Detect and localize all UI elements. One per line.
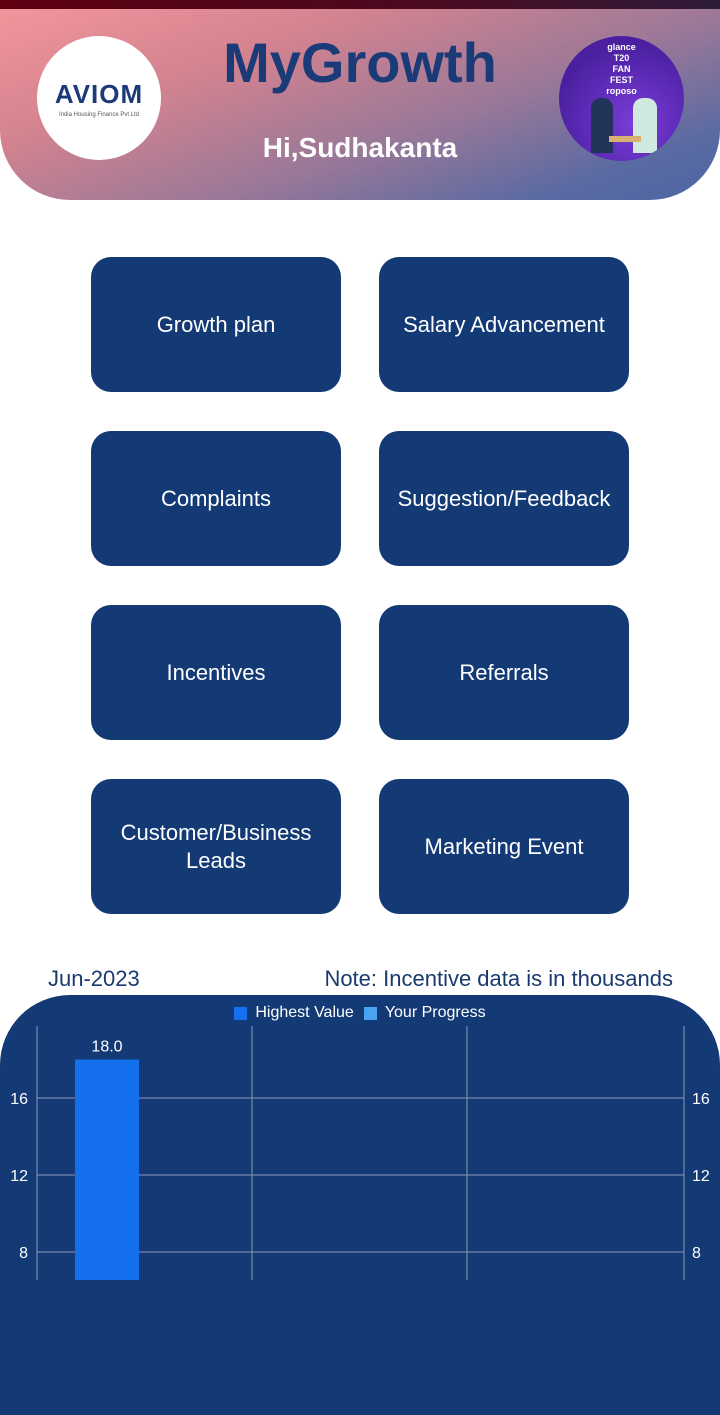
bar-highest-value [75, 1059, 139, 1280]
y-tick-label-right: 16 [692, 1091, 710, 1108]
legend-label: Highest Value [255, 1004, 354, 1021]
legend-item-progress: Your Progress [363, 1004, 486, 1022]
legend-swatch [363, 1006, 377, 1020]
y-tick-label-left: 8 [19, 1245, 28, 1262]
bar-data-label: 18.0 [91, 1039, 122, 1056]
legend-item-highest: Highest Value [234, 1004, 354, 1022]
chart-svg: 8 8 12 12 16 16 18.0 [10, 1026, 710, 1280]
y-tick-label-left: 12 [10, 1168, 28, 1185]
y-tick-label-right: 12 [692, 1168, 710, 1185]
legend-label: Your Progress [384, 1004, 486, 1021]
chart-legend: Highest Value Your Progress [0, 1004, 720, 1022]
y-tick-label-right: 8 [692, 1245, 701, 1262]
y-tick-label-left: 16 [10, 1091, 28, 1108]
legend-swatch [234, 1006, 248, 1020]
